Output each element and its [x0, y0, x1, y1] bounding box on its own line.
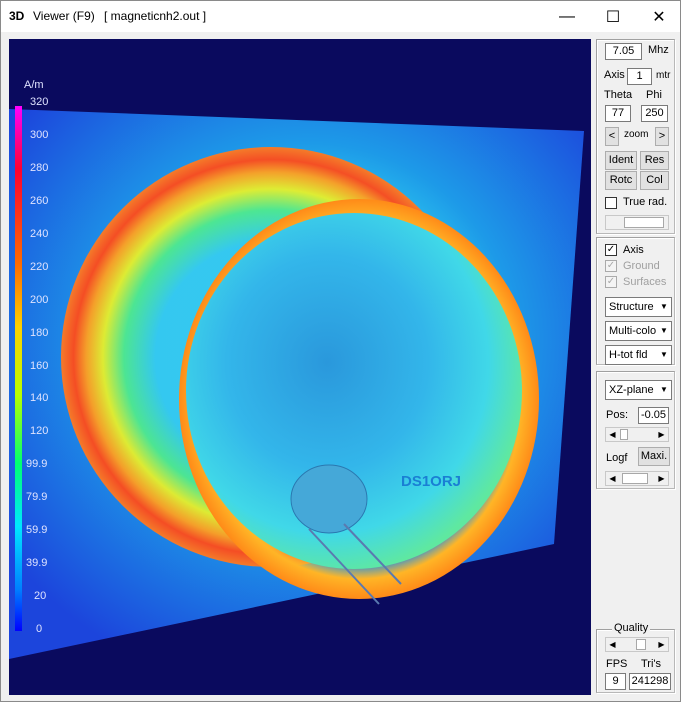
colorbar-tick-label: 220	[30, 260, 49, 273]
colorbar-tick-label: 120	[30, 425, 49, 438]
surfaces-checkbox-label: Surfaces	[623, 276, 667, 288]
field-type-select[interactable]: H-tot fld ▼	[605, 345, 672, 365]
scroll-right-icon[interactable]: ▶	[655, 638, 668, 651]
tris-label: Tri's	[641, 658, 662, 670]
scroll-left-icon[interactable]: ◀	[606, 638, 619, 651]
quality-slider[interactable]: ◀ ▶	[605, 637, 669, 652]
app-3d-icon: 3D	[9, 9, 25, 23]
slider-thumb[interactable]	[622, 473, 648, 484]
plane-select[interactable]: XZ-plane ▼	[605, 380, 672, 400]
colorbar-tick-label: 200	[30, 293, 49, 306]
colorbar-unit: A/m	[24, 79, 44, 91]
axis-checkbox[interactable]: ✓	[605, 244, 617, 256]
zoom-out-button[interactable]: <	[605, 127, 619, 146]
ground-checkbox-label: Ground	[623, 260, 660, 272]
colorbar-tick-label: 39.9	[26, 557, 48, 570]
close-button[interactable]: ✕	[636, 1, 681, 32]
surfaces-checkbox: ✓	[605, 276, 617, 288]
control-panel: 7.05 Mhz Axis 1 mtr Theta Phi 77 250 < z…	[596, 39, 676, 695]
colorbar-tick-label: 180	[30, 326, 49, 339]
fps-label: FPS	[606, 658, 628, 670]
chevron-down-icon: ▼	[656, 298, 671, 316]
color-mode-select[interactable]: Multi-colo ▼	[605, 321, 672, 341]
maximize-button[interactable]: ☐	[590, 1, 636, 32]
color-scale-bar	[15, 106, 22, 631]
minimize-button[interactable]: —	[544, 1, 590, 32]
quality-label: Quality	[612, 622, 651, 634]
theta-field[interactable]: 77	[605, 105, 631, 122]
zoom-in-button[interactable]: >	[655, 127, 669, 146]
maxi-button[interactable]: Maxi.	[638, 447, 670, 466]
chevron-down-icon: ▼	[656, 346, 671, 364]
scroll-left-icon[interactable]: ◀	[606, 428, 619, 441]
axis-length-unit: mtr	[656, 70, 671, 81]
slider-thumb[interactable]	[620, 429, 628, 440]
colorbar-tick-label: 160	[30, 359, 49, 372]
tris-value: 241298	[629, 673, 671, 690]
scroll-right-icon[interactable]: ▶	[655, 428, 668, 441]
axis-checkbox-label: Axis	[623, 244, 644, 256]
colorbar-tick-label: 140	[30, 392, 49, 405]
scroll-left-icon[interactable]: ◀	[606, 472, 619, 485]
chevron-down-icon: ▼	[656, 322, 671, 340]
frequency-field[interactable]: 7.05	[605, 43, 642, 60]
callsign-label: DS1ORJ	[401, 473, 462, 490]
axis-length-label: Axis	[604, 69, 625, 81]
zoom-label: zoom	[624, 129, 649, 140]
chevron-down-icon: ▼	[656, 381, 671, 399]
slider-thumb[interactable]	[624, 217, 664, 228]
res-button[interactable]: Res	[640, 151, 669, 170]
colorbar-tick-label: 79.9	[26, 491, 48, 504]
slider-thumb[interactable]	[636, 639, 646, 650]
window-file-name: [ magneticnh2.out ]	[104, 9, 207, 23]
colorbar-tick-label: 99.9	[26, 458, 48, 471]
frequency-unit: Mhz	[648, 44, 669, 56]
rotc-button[interactable]: Rotc	[605, 171, 637, 190]
title-bar[interactable]: 3D Viewer (F9) [ magneticnh2.out ] — ☐ ✕	[1, 1, 680, 32]
colorbar-tick-label: 280	[30, 161, 49, 174]
true-rad-slider[interactable]	[605, 215, 669, 230]
colorbar-tick-label: 300	[30, 128, 49, 141]
true-rad-label: True rad.	[623, 196, 668, 208]
window-title: Viewer (F9)	[33, 9, 95, 23]
axis-length-field[interactable]: 1	[627, 68, 652, 85]
feed-point-bulge	[290, 464, 368, 534]
structure-select[interactable]: Structure ▼	[605, 297, 672, 317]
true-rad-checkbox[interactable]	[605, 197, 617, 209]
colorbar-tick-label: 320	[30, 96, 49, 108]
position-label: Pos:	[606, 409, 629, 421]
col-button[interactable]: Col	[640, 171, 669, 190]
scroll-right-icon[interactable]: ▶	[655, 472, 668, 485]
ident-button[interactable]: Ident	[605, 151, 637, 170]
position-slider[interactable]: ◀ ▶	[605, 427, 669, 442]
viewer-window: 3D Viewer (F9) [ magneticnh2.out ] — ☐ ✕	[0, 0, 681, 702]
colorbar-tick-label: 0	[36, 623, 43, 635]
position-field[interactable]: -0.05	[638, 407, 669, 424]
fps-value: 9	[605, 673, 626, 690]
phi-label: Phi	[646, 89, 662, 101]
logf-label: Logf	[606, 452, 628, 464]
logf-slider[interactable]: ◀ ▶	[605, 471, 669, 486]
theta-label: Theta	[604, 89, 633, 101]
3d-viewport[interactable]: A/m 320 300 280 260 240 220 200 180 160 140 120 99.…	[9, 39, 591, 695]
colorbar-tick-label: 240	[30, 227, 49, 240]
phi-field[interactable]: 250	[641, 105, 668, 122]
colorbar-tick-label: 260	[30, 194, 49, 207]
ground-checkbox: ✓	[605, 260, 617, 272]
colorbar-tick-label: 20	[34, 590, 47, 603]
colorbar-tick-label: 59.9	[26, 524, 48, 537]
field-render	[9, 106, 584, 659]
